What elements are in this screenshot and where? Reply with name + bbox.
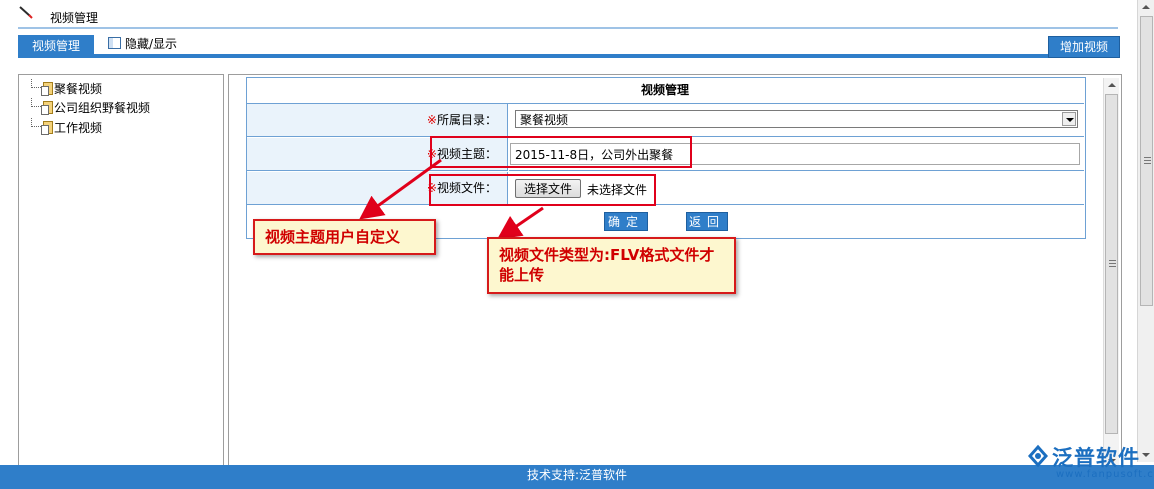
file-arrow <box>497 206 544 240</box>
topic-arrow <box>359 158 442 220</box>
fanpu-logo: 泛普软件 www.fanpusoft.com <box>1022 440 1154 485</box>
scroll-up-icon[interactable] <box>1138 0 1154 14</box>
scroll-up-icon[interactable] <box>1104 78 1119 92</box>
scroll-thumb[interactable] <box>1140 16 1153 306</box>
file-callout: 视频文件类型为:FLV格式文件才能上传 <box>487 237 736 294</box>
topic-callout: 视频主题用户自定义 <box>253 219 436 255</box>
logo-mark-icon <box>1027 444 1049 468</box>
logo-name: 泛普软件 <box>1052 446 1140 470</box>
logo-url: www.fanpusoft.com <box>1056 469 1154 480</box>
scroll-thumb[interactable] <box>1105 94 1118 434</box>
page-scrollbar[interactable] <box>1137 0 1154 462</box>
content-scrollbar[interactable] <box>1103 78 1119 468</box>
footer: 技术支持:泛普软件 <box>0 465 1154 489</box>
